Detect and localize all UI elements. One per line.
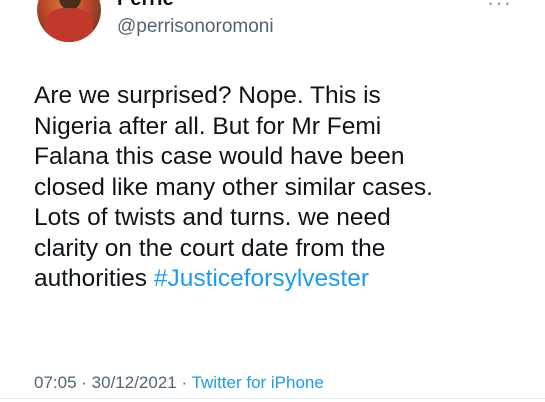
tweet-text-line: Falana this case would have been [34, 143, 405, 170]
tweet-text-line: Are we surprised? Nope. This is [34, 82, 381, 109]
tweet-text-tail: authorities [34, 265, 154, 292]
tweet-card: Perrie @perrisonoromoni ··· Are we surpr… [0, 0, 545, 402]
tweet-time[interactable]: 07:05 [34, 373, 77, 392]
tweet-text-line: Nigeria after all. But for Mr Femi [34, 112, 382, 140]
tweet-text-line: Lots of twists and turns. we need [34, 204, 391, 231]
tweet-date[interactable]: 30/12/2021 [92, 373, 177, 392]
author-display-name[interactable]: Perrie [117, 0, 174, 11]
tweet-source-link[interactable]: Twitter for iPhone [192, 373, 324, 392]
tweet-text: Are we surprised? Nope. This is Nigeria … [34, 81, 534, 295]
meta-separator: · [76, 373, 92, 392]
avatar-shirt-shape [45, 8, 93, 42]
tweet-text-last-line: authorities #Justiceforsylvester [34, 264, 534, 295]
author-avatar[interactable] [37, 0, 101, 42]
meta-separator: · [176, 373, 192, 392]
author-handle[interactable]: @perrisonoromoni [117, 16, 274, 38]
tweet-meta: 07:05 · 30/12/2021 · Twitter for iPhone [34, 373, 324, 393]
divider [0, 398, 545, 399]
more-dots-icon[interactable]: ··· [487, 0, 512, 16]
tweet-text-line: clarity on the court date from the [34, 234, 386, 262]
tweet-text-line: closed like many other similar cases. [34, 173, 433, 201]
hashtag-link[interactable]: #Justiceforsylvester [154, 265, 369, 292]
